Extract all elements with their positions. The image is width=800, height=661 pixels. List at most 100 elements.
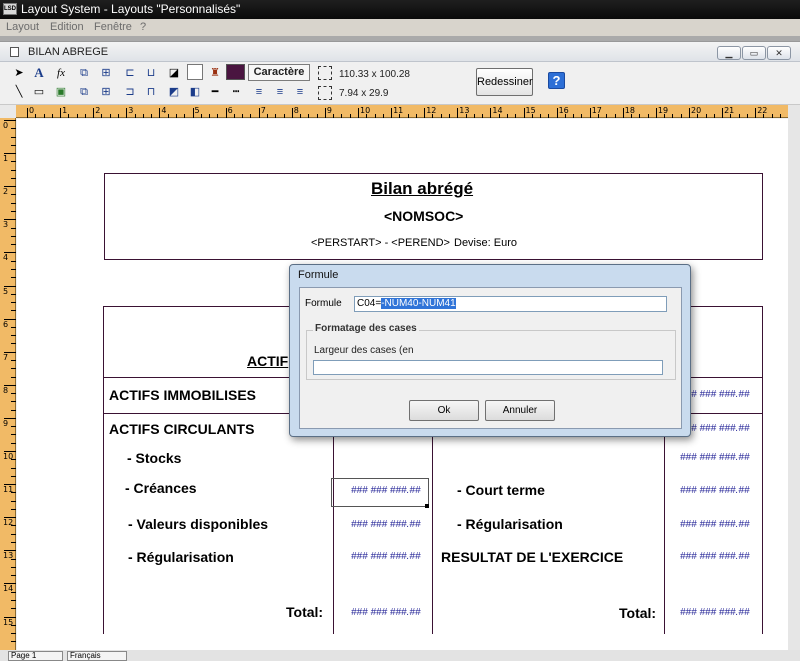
menu-layout[interactable]: Layout <box>6 21 39 33</box>
ruler-v-minor-tick <box>11 641 16 643</box>
table-right <box>762 306 763 634</box>
menu-fenetre[interactable]: Fenêtre <box>94 21 132 33</box>
company-name: <NOMSOC> <box>384 208 464 224</box>
ruler-h-minor-tick <box>449 114 451 118</box>
annuler-button[interactable]: Annuler <box>485 400 555 421</box>
formule-input[interactable]: C04=-NUM40-NUM41 <box>354 296 667 312</box>
ungroup-icon[interactable]: ⊞ <box>97 65 115 81</box>
document-title: BILAN ABREGE <box>28 46 109 58</box>
text-tool-icon[interactable]: A <box>30 65 48 81</box>
caractere-button[interactable]: Caractère <box>248 64 310 81</box>
value-regularisation-right[interactable]: ### ### ###.## <box>680 519 750 530</box>
actif-header: ACTIF <box>247 353 289 369</box>
formule-dialog: Formule Formule C04=-NUM40-NUM41 Formata… <box>289 264 691 437</box>
bring-front-icon[interactable]: ◩ <box>165 84 183 100</box>
value-total-left[interactable]: ### ### ###.## <box>351 607 421 618</box>
copy-icon[interactable]: ⧉ <box>75 84 93 100</box>
align-left-icon[interactable]: ⊏ <box>121 65 139 81</box>
align-right-icon[interactable]: ⊐ <box>121 84 139 100</box>
send-back-icon[interactable]: ◧ <box>186 84 204 100</box>
ruler-v-minor-tick <box>11 136 16 138</box>
ruler-h-tick <box>457 108 459 118</box>
ruler-h-minor-tick <box>76 114 78 118</box>
ruler-h-minor-tick <box>680 114 682 118</box>
row-creances: - Créances <box>125 480 197 496</box>
ruler-h-tick <box>424 108 426 118</box>
ruler-h-minor-tick <box>308 114 310 118</box>
value-creances[interactable]: ### ### ###.## <box>351 485 421 496</box>
vertical-scrollbar[interactable] <box>788 105 800 650</box>
group-icon[interactable]: ⧉ <box>75 65 93 81</box>
ruler-h-tick <box>27 108 28 118</box>
ruler-h-tick <box>556 108 558 118</box>
ruler-h-minor-tick <box>399 114 401 118</box>
text-align-left-icon[interactable]: ≡ <box>250 84 268 100</box>
ruler-v-minor-tick <box>11 235 16 237</box>
ruler-h-minor-tick <box>151 114 153 118</box>
ok-button[interactable]: Ok <box>409 400 479 421</box>
align-top-icon[interactable]: ⊓ <box>142 84 160 100</box>
minimize-button[interactable]: ▁ <box>717 46 741 60</box>
formula-tool-icon[interactable]: fx <box>52 65 70 81</box>
ruler-v-minor-tick <box>11 277 16 279</box>
ruler-h-minor-tick <box>746 114 748 118</box>
menu-edition[interactable]: Edition <box>50 21 84 33</box>
text-align-center-icon[interactable]: ≡ <box>271 84 289 100</box>
text-color-icon[interactable]: ♜ <box>206 65 224 81</box>
ruler-h-tick <box>358 108 359 118</box>
ruler-h-minor-tick <box>51 114 53 118</box>
select-arrow-icon[interactable]: ➤ <box>10 65 28 81</box>
ruler-v-minor-tick <box>11 310 16 312</box>
fill-bucket-icon[interactable]: ◪ <box>165 65 183 81</box>
restore-button[interactable]: ▭ <box>742 46 766 60</box>
line-tool-icon[interactable]: ╲ <box>10 84 28 100</box>
help-button[interactable]: ? <box>548 72 565 89</box>
ruler-v-minor-tick <box>11 558 16 560</box>
app-logo-icon: LSD <box>3 3 17 15</box>
page-combo[interactable]: Page 1 <box>8 651 63 661</box>
currency-label: Devise: Euro <box>454 237 517 249</box>
ruler-v-minor-tick <box>11 202 16 204</box>
distribute-icon[interactable]: ⊞ <box>97 84 115 100</box>
ruler-v-minor-tick <box>11 244 16 246</box>
dash-style-icon[interactable]: ┅ <box>227 84 245 100</box>
ruler-h-minor-tick <box>440 114 442 118</box>
ruler-h-minor-tick <box>175 114 177 118</box>
value-right-3[interactable]: ### ### ###.## <box>680 452 750 463</box>
image-tool-icon[interactable]: ▣ <box>52 84 70 100</box>
fill-color-swatch[interactable] <box>187 64 203 80</box>
ruler-v-minor-tick <box>11 128 16 130</box>
value-regularisation-left[interactable]: ### ### ###.## <box>351 551 421 562</box>
table-col-divider-3 <box>664 413 665 634</box>
ruler-v-minor-tick <box>11 401 16 403</box>
selection-handle[interactable] <box>425 504 429 508</box>
value-court-terme[interactable]: ### ### ###.## <box>680 485 750 496</box>
redessiner-button[interactable]: Redessiner <box>476 68 533 96</box>
menu-help[interactable]: ? <box>140 21 146 33</box>
ruler-h-minor-tick <box>35 114 37 118</box>
ruler-v-minor-tick <box>11 343 16 345</box>
ruler-v-minor-tick <box>11 144 16 146</box>
ruler-v-minor-tick <box>11 161 16 163</box>
close-button[interactable]: ✕ <box>767 46 791 60</box>
ruler-v-minor-tick <box>11 492 16 494</box>
ruler-h-label: 1 <box>62 106 68 115</box>
ruler-h-minor-tick <box>242 114 244 118</box>
value-resultat-exercice[interactable]: ### ### ###.## <box>680 551 750 562</box>
value-total-right[interactable]: ### ### ###.## <box>680 607 750 618</box>
rectangle-tool-icon[interactable]: ▭ <box>30 84 48 100</box>
line-style-icon[interactable]: ━ <box>206 84 224 100</box>
ruler-h-tick <box>291 108 293 118</box>
value-valeurs-disponibles[interactable]: ### ### ###.## <box>351 519 421 530</box>
ruler-h-minor-tick <box>664 114 666 118</box>
ruler-v-minor-tick <box>11 359 16 361</box>
language-combo[interactable]: Français <box>67 651 127 661</box>
text-align-right-icon[interactable]: ≡ <box>291 84 309 100</box>
ruler-h-minor-tick <box>333 114 335 118</box>
ruler-h-label: 15 <box>525 106 536 115</box>
text-color-swatch[interactable] <box>226 64 245 80</box>
ruler-h-tick <box>159 108 161 118</box>
align-bottom-icon[interactable]: ⊔ <box>142 65 160 81</box>
largeur-input[interactable] <box>313 360 663 375</box>
ruler-h-minor-tick <box>250 114 252 118</box>
